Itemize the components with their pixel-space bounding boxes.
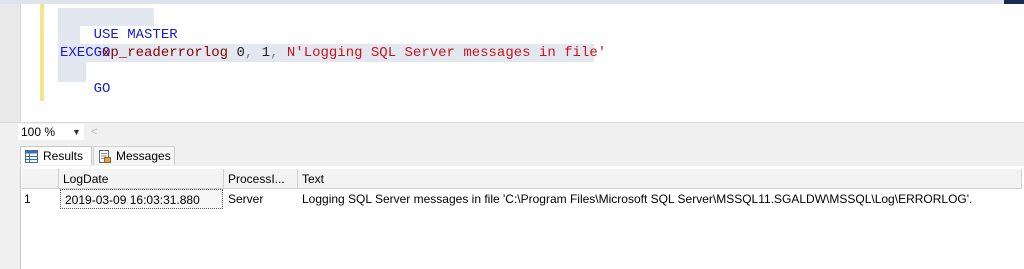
code-line-1[interactable]: USE MASTER: [60, 8, 178, 43]
column-header-label: LogDate: [63, 172, 109, 186]
arg-log-number: 0: [236, 45, 245, 61]
cell-text[interactable]: Logging SQL Server messages in file 'C:\…: [298, 189, 1022, 209]
column-header-text[interactable]: Text: [298, 169, 1022, 189]
column-header-logdate[interactable]: LogDate: [59, 169, 224, 189]
change-tracking-bar: [40, 4, 44, 101]
messages-icon: [99, 150, 111, 163]
comma: ,: [270, 45, 279, 61]
zoom-dropdown[interactable]: 100 % ▼: [18, 124, 84, 140]
tab-results[interactable]: Results: [20, 146, 92, 165]
column-header-processinfo[interactable]: ProcessI...: [224, 169, 298, 189]
tab-results-label: Results: [43, 149, 84, 163]
cell-logdate[interactable]: 2019-03-09 16:03:31.880: [60, 189, 223, 209]
row-number[interactable]: 1: [24, 189, 58, 209]
column-header-label: ProcessI...: [228, 172, 285, 186]
comma: ,: [244, 45, 254, 61]
code-line-2[interactable]: GO: [60, 26, 111, 61]
row-number-header[interactable]: [22, 169, 59, 189]
query-editor[interactable]: USE MASTER GO EXEC xp_readerrorlog 0, 1,…: [0, 4, 1024, 122]
code-line-4[interactable]: GO: [60, 62, 111, 97]
result-tabs: Results Messages: [0, 143, 1024, 166]
keyword-go: GO: [93, 81, 111, 97]
chevron-down-icon[interactable]: ▼: [72, 124, 81, 140]
zoom-level: 100 %: [21, 125, 56, 139]
search-string: N'Logging SQL Server messages in file': [286, 45, 607, 61]
arg-log-type: 1: [261, 45, 271, 61]
grid-icon: [25, 150, 38, 163]
cell-processinfo[interactable]: Server: [224, 189, 298, 209]
results-grid: LogDate ProcessI... Text 1 2019-03-09 16…: [0, 166, 1024, 269]
scroll-left-icon[interactable]: <: [91, 126, 97, 138]
tab-messages-label: Messages: [116, 149, 171, 163]
editor-gutter: [0, 4, 21, 122]
code-line-3[interactable]: EXEC xp_readerrorlog 0, 1, N'Logging SQL…: [60, 44, 606, 62]
zoom-bar: 100 % ▼ <: [0, 122, 1024, 143]
keyword-exec: EXEC: [60, 45, 94, 61]
results-left-border: [0, 166, 21, 269]
column-header-label: Text: [302, 172, 325, 186]
tab-messages[interactable]: Messages: [93, 146, 175, 165]
procedure-name: xp_readerrorlog: [102, 45, 229, 61]
